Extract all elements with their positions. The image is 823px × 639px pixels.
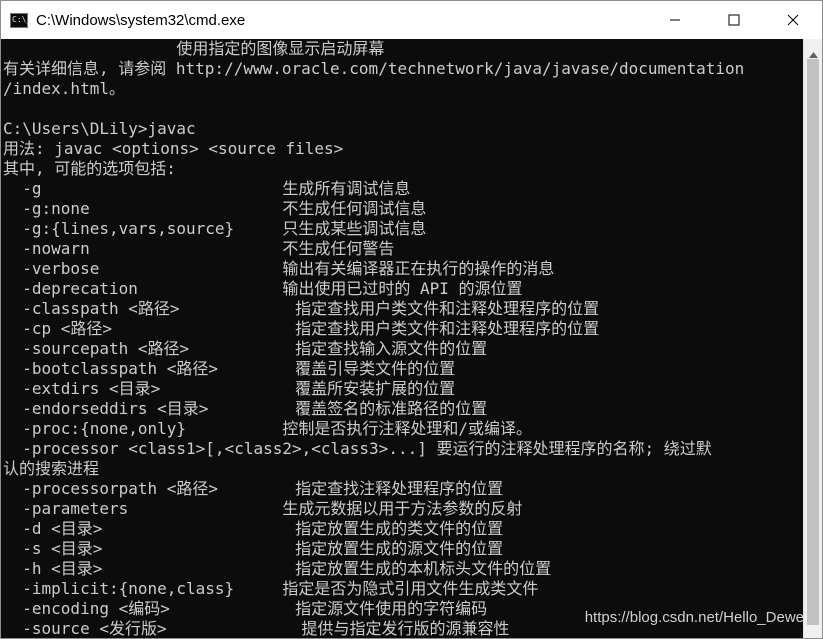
minimize-icon <box>669 19 680 21</box>
console-output[interactable]: 使用指定的图像显示启动屏幕 有关详细信息, 请参阅 http://www.orac… <box>1 39 804 638</box>
console-line: C:\Users\DLily>javac <box>3 119 196 138</box>
window-controls <box>645 1 822 39</box>
maximize-icon <box>728 14 739 26</box>
console-line: -nowarn 不生成任何警告 <box>3 239 395 258</box>
console-line: -implicit:{none,class} 指定是否为隐式引用文件生成类文件 <box>3 579 539 598</box>
scrollbar-thumb[interactable] <box>807 59 819 625</box>
console-line: -processor <class1>[,<class2>,<class3>..… <box>3 439 712 458</box>
console-line: -endorseddirs <目录> 覆盖签名的标准路径的位置 <box>3 399 488 418</box>
cmd-app-icon[interactable]: C:\_ <box>10 12 31 28</box>
console-line: -s <目录> 指定放置生成的源文件的位置 <box>3 539 504 558</box>
title-bar[interactable]: C:\_ C:\Windows\system32\cmd.exe <box>1 1 822 39</box>
close-icon <box>787 14 798 26</box>
vertical-scrollbar[interactable] <box>803 39 822 638</box>
console-line: -cp <路径> 指定查找用户类文件和注释处理程序的位置 <box>3 319 600 338</box>
console-line: -source <发行版> 提供与指定发行版的源兼容性 <box>3 619 510 638</box>
console-line: -deprecation 输出使用已过时的 API 的源位置 <box>3 279 523 298</box>
console-line: -d <目录> 指定放置生成的类文件的位置 <box>3 519 504 538</box>
console-line: 其中, 可能的选项包括: <box>3 159 176 178</box>
console-line: -sourcepath <路径> 指定查找输入源文件的位置 <box>3 339 488 358</box>
console-line: -classpath <路径> 指定查找用户类文件和注释处理程序的位置 <box>3 299 600 318</box>
console-line: -processorpath <路径> 指定查找注释处理程序的位置 <box>3 479 504 498</box>
console-line: 有关详细信息, 请参阅 http://www.oracle.com/techne… <box>3 59 745 78</box>
console-line: 认的搜索进程 <box>3 459 100 478</box>
console-line: -encoding <编码> 指定源文件使用的字符编码 <box>3 599 488 618</box>
console-line: -g:{lines,vars,source} 只生成某些调试信息 <box>3 219 427 238</box>
watermark: https://blog.csdn.net/Hello_Dewe <box>584 609 804 626</box>
minimize-button[interactable] <box>645 1 704 39</box>
console-line: -g:none 不生成任何调试信息 <box>3 199 427 218</box>
console-line: -parameters 生成元数据以用于方法参数的反射 <box>3 499 523 518</box>
cmd-window: C:\_ C:\Windows\system32\cmd.exe 使用指定的图像… <box>0 0 823 639</box>
console-line: 使用指定的图像显示启动屏幕 <box>3 39 385 58</box>
window-title: C:\Windows\system32\cmd.exe <box>36 11 246 29</box>
console-line: 用法: javac <options> <source files> <box>3 139 344 158</box>
console-line: -h <目录> 指定放置生成的本机标头文件的位置 <box>3 559 552 578</box>
console-line: -verbose 输出有关编译器正在执行的操作的消息 <box>3 259 555 278</box>
console-line: -proc:{none,only} 控制是否执行注释处理和/或编译。 <box>3 419 532 438</box>
close-button[interactable] <box>763 1 822 39</box>
console-line: -g 生成所有调试信息 <box>3 179 411 198</box>
console-line: -bootclasspath <路径> 覆盖引导类文件的位置 <box>3 359 456 378</box>
maximize-button[interactable] <box>704 1 763 39</box>
console-line: /index.html。 <box>3 79 125 98</box>
console-line: -extdirs <目录> 覆盖所安装扩展的位置 <box>3 379 456 398</box>
